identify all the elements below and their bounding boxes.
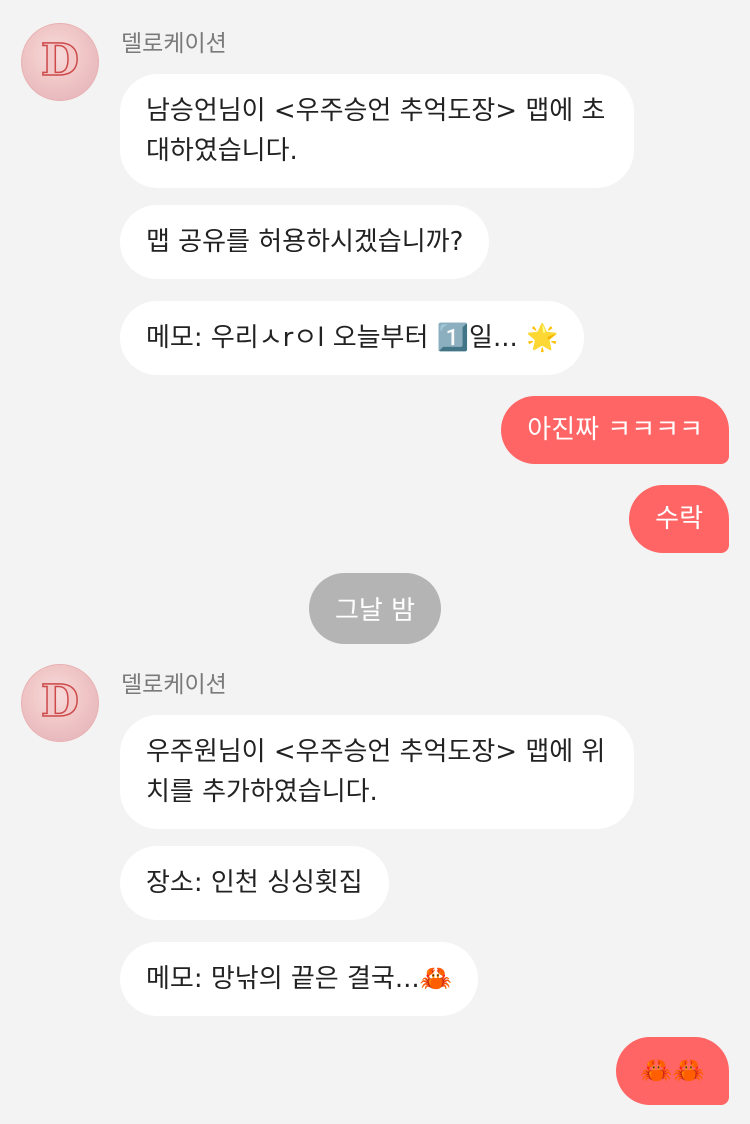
outgoing-message[interactable]: 🦀🦀 bbox=[616, 1037, 729, 1105]
incoming-message[interactable]: 메모: 우리ㅅrㅇl 오늘부터 1️⃣일... 🌟 bbox=[120, 301, 585, 375]
sender-name: 델로케이션 bbox=[121, 31, 227, 57]
date-divider: 그날 밤 bbox=[309, 573, 441, 644]
incoming-message[interactable]: 메모: 망낚의 끝은 결국...🦀 bbox=[120, 942, 479, 1016]
outgoing-message[interactable]: 수락 bbox=[629, 485, 729, 553]
avatar[interactable]: D bbox=[21, 664, 99, 742]
incoming-message[interactable]: 맵 공유를 허용하시겠습니까? bbox=[120, 205, 490, 279]
avatar-letter: D bbox=[40, 35, 80, 86]
outgoing-message[interactable]: 아진짜 ㅋㅋㅋㅋ bbox=[501, 396, 729, 464]
avatar[interactable]: D bbox=[21, 23, 99, 101]
incoming-message[interactable]: 우주원님이 <우주승언 추억도장> 맵에 위치를 추가하였습니다. bbox=[120, 715, 634, 829]
avatar-letter: D bbox=[40, 676, 80, 727]
incoming-message[interactable]: 장소: 인천 싱싱횟집 bbox=[120, 846, 389, 920]
incoming-message[interactable]: 남승언님이 <우주승언 추억도장> 맵에 초대하였습니다. bbox=[120, 74, 634, 188]
chat-view: D 델로케이션 남승언님이 <우주승언 추억도장> 맵에 초대하였습니다. 맵 … bbox=[0, 0, 750, 1124]
sender-name: 델로케이션 bbox=[121, 672, 227, 698]
